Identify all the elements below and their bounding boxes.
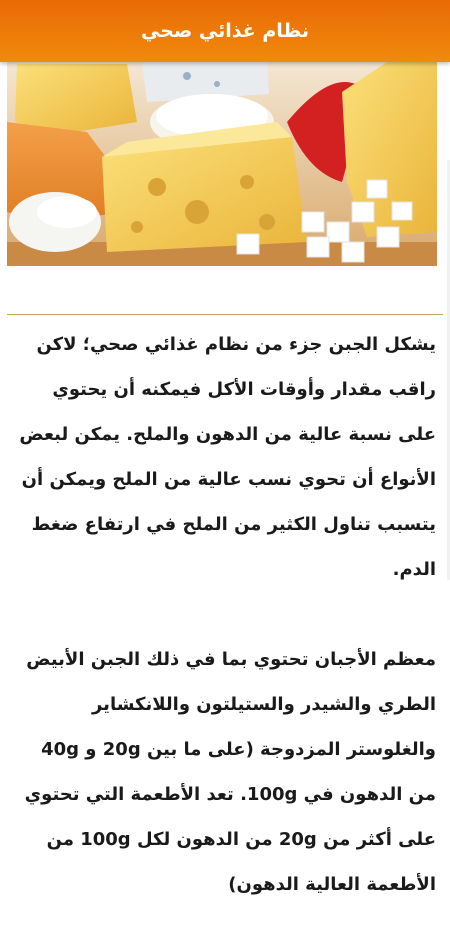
app-bar: نظام غذائي صحي [0,0,450,62]
article-paragraph: يشكل الجبن جزء من نظام غذائي صحي؛ لاكن ر… [19,334,436,580]
section-divider [7,314,443,315]
app-title: نظام غذائي صحي [140,20,310,42]
hero-image [7,62,437,266]
article-body: يشكل الجبن جزء من نظام غذائي صحي؛ لاكن ر… [10,322,436,952]
article-paragraph: معظم الأجبان تحتوي بما في ذلك الجبن الأب… [24,649,436,895]
cheese-illustration [7,62,437,266]
